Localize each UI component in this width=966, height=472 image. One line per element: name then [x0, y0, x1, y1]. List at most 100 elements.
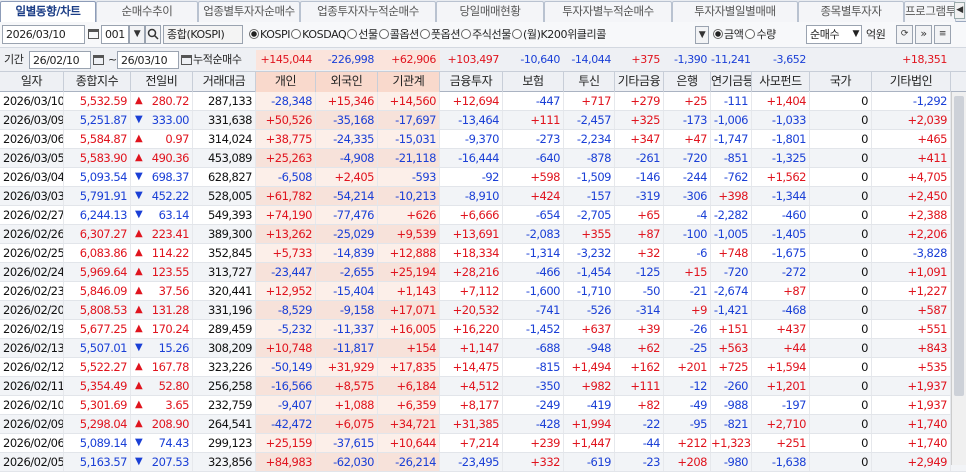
- cell-value: 0: [810, 244, 872, 262]
- calendar-icon[interactable]: [181, 55, 192, 65]
- table-row[interactable]: 2026/02/24 5,969.64 ▲ 123.55 313,727 -23,447-…: [0, 263, 966, 282]
- table-row[interactable]: 2026/02/25 6,083.86 ▲ 114.22 352,845 +5,733 -1…: [0, 244, 966, 263]
- table-row[interactable]: 2026/02/11 5,354.49 ▲ 52.80 256,258 -16,566 +8…: [0, 377, 966, 396]
- vertical-scrollbar[interactable]: [951, 92, 966, 465]
- market-radio-3[interactable]: 콜옵션: [378, 28, 419, 41]
- cell-value: 0: [810, 453, 872, 471]
- cell-value: -720: [711, 263, 752, 281]
- column-header[interactable]: 일자: [0, 72, 64, 92]
- calendar-icon[interactable]: [88, 29, 99, 39]
- market-radio-0[interactable]: KOSPI: [249, 28, 291, 41]
- column-header[interactable]: 투신: [564, 72, 615, 92]
- table-row[interactable]: 2026/03/03 5,791.91 ▼ 452.22 528,005 +61,782-…: [0, 187, 966, 206]
- scrollbar-thumb[interactable]: [954, 96, 964, 396]
- cell-value: +12,888: [378, 244, 440, 262]
- tab-0[interactable]: 일별동향/차트: [0, 1, 96, 23]
- column-header[interactable]: 기타금융: [615, 72, 664, 92]
- tab-3[interactable]: 업종투자자누적순매수: [300, 1, 436, 22]
- cell-value: +18,334: [440, 244, 503, 262]
- cell-value: +2,949: [872, 453, 951, 471]
- sort-select[interactable]: 순매수 ▼: [806, 25, 862, 44]
- unit-radio-0[interactable]: 금액: [713, 28, 744, 41]
- column-header[interactable]: 사모펀드: [752, 72, 810, 92]
- cell-value: -640: [503, 149, 564, 167]
- table-row[interactable]: 2026/02/20 5,808.53 ▲ 131.28 331,196 -8,529 -9…: [0, 301, 966, 320]
- up-triangle-icon: ▲: [135, 380, 143, 391]
- cell-value: +1,937: [872, 377, 951, 395]
- table-row[interactable]: 2026/03/05 5,583.90 ▲ 490.36 453,089 +25,263-…: [0, 149, 966, 168]
- period-from-input[interactable]: 26/02/10: [29, 51, 91, 69]
- table-row[interactable]: 2026/03/06 5,584.87 ▲ 0.97 314,024 +38,775 -24…: [0, 130, 966, 149]
- radio-dropdown-icon[interactable]: ▼: [695, 26, 709, 44]
- table-row[interactable]: 2026/02/05 5,163.57 ▼ 207.53 323,856 +84,983-…: [0, 453, 966, 472]
- column-header[interactable]: 거래대금: [193, 72, 256, 92]
- market-radio-4[interactable]: 풋옵션: [419, 28, 460, 41]
- table-row[interactable]: 2026/03/09 5,251.87 ▼ 333.00 331,638 +50,526-…: [0, 111, 966, 130]
- cell-value: -16,444: [440, 149, 503, 167]
- table-row[interactable]: 2026/02/27 6,244.13 ▼ 63.14 549,393 +74,190 -7…: [0, 206, 966, 225]
- table-row[interactable]: 2026/02/09 5,298.04 ▲ 208.90 264,541 -42,472 +…: [0, 415, 966, 434]
- cumulative-value: +145,044: [256, 50, 316, 70]
- column-header[interactable]: 국가: [810, 72, 872, 92]
- tab-6[interactable]: 투자자별일별매매: [672, 1, 798, 22]
- date-input[interactable]: 2026/03/10: [2, 25, 85, 44]
- market-radio-1[interactable]: KOSDAQ: [291, 28, 347, 41]
- tab-8[interactable]: 프로그램투자자: [904, 1, 956, 22]
- tab-1[interactable]: 순매수추이: [96, 1, 198, 22]
- cell-value: +251: [752, 434, 810, 452]
- code-dropdown-icon[interactable]: ▼: [129, 25, 145, 44]
- column-header[interactable]: 보험: [503, 72, 564, 92]
- cell-value: +411: [872, 149, 951, 167]
- down-triangle-icon: ▼: [135, 342, 143, 353]
- refresh-icon[interactable]: ⟳: [896, 25, 913, 44]
- column-header[interactable]: 은행: [664, 72, 711, 92]
- table-row[interactable]: 2026/02/10 5,301.69 ▲ 3.65 232,759 -9,407 +1,0…: [0, 396, 966, 415]
- table-row[interactable]: 2026/03/04 5,093.54 ▼ 698.37 628,827 -6,508 +2…: [0, 168, 966, 187]
- cell-index: 5,354.49: [64, 377, 131, 395]
- search-icon[interactable]: [145, 25, 161, 44]
- cumulative-value: -1,390: [673, 53, 707, 66]
- market-radio-2[interactable]: 선물: [347, 28, 378, 41]
- period-to-input[interactable]: 26/03/10: [117, 51, 179, 69]
- cell-change-value: 280.72: [151, 94, 190, 108]
- tab-7[interactable]: 종목별투자자: [798, 1, 904, 22]
- table-row[interactable]: 2026/02/13 5,507.01 ▼ 15.26 308,209 +10,748 -1…: [0, 339, 966, 358]
- table-row[interactable]: 2026/02/06 5,089.14 ▼ 74.43 299,123 +25,159 -3…: [0, 434, 966, 453]
- cell-value: +398: [711, 187, 752, 205]
- table-row[interactable]: 2026/02/19 5,677.25 ▲ 170.24 289,459 -5,232 -1…: [0, 320, 966, 339]
- column-header[interactable]: 연기금등: [711, 72, 752, 92]
- column-header[interactable]: 전일비: [131, 72, 193, 92]
- market-radio-5[interactable]: 주식선물: [461, 28, 511, 41]
- cell-value: +162: [615, 358, 664, 376]
- next-page-icon[interactable]: »: [915, 25, 932, 44]
- column-header[interactable]: 기관계: [378, 72, 440, 92]
- table-row[interactable]: 2026/03/10 5,532.59 ▲ 280.72 287,133 -28,348 +…: [0, 92, 966, 111]
- menu-icon[interactable]: ≡: [934, 25, 951, 44]
- cell-value: +1,404: [752, 92, 810, 110]
- cell-index: 5,846.09: [64, 282, 131, 300]
- market-radio-6[interactable]: (월)K200위클리콜: [511, 28, 606, 41]
- cell-change-value: 37.56: [158, 284, 190, 298]
- cell-value: -273: [503, 130, 564, 148]
- cell-value: +9: [664, 301, 711, 319]
- column-header[interactable]: 외국인: [316, 72, 378, 92]
- unit-radio-1[interactable]: 수량: [745, 28, 776, 41]
- table-row[interactable]: 2026/02/23 5,846.09 ▲ 37.56 320,441 +12,952 -1…: [0, 282, 966, 301]
- table-row[interactable]: 2026/02/12 5,522.27 ▲ 167.78 323,226 -50,149 +…: [0, 358, 966, 377]
- cell-value: +1,594: [752, 358, 810, 376]
- tab-2[interactable]: 업종별투자자순매수: [198, 1, 300, 22]
- cell-value: -15,031: [378, 130, 440, 148]
- cell-trade-value: 256,258: [193, 377, 256, 395]
- cell-date: 2026/02/13: [0, 339, 64, 357]
- cell-value: +2,388: [872, 206, 951, 224]
- market-code-input[interactable]: 001: [101, 25, 129, 44]
- tab-5[interactable]: 투자자별누적순매수: [544, 1, 672, 22]
- tab-prev-icon[interactable]: ◀: [954, 2, 965, 19]
- calendar-icon[interactable]: [93, 55, 104, 65]
- table-row[interactable]: 2026/02/26 6,307.27 ▲ 223.41 389,300 +13,262-…: [0, 225, 966, 244]
- tab-4[interactable]: 당일매매현황: [436, 1, 544, 22]
- column-header[interactable]: 개인: [256, 72, 316, 92]
- column-header[interactable]: 기타법인: [872, 72, 951, 92]
- column-header[interactable]: 금융투자: [440, 72, 503, 92]
- column-header[interactable]: 종합지수: [64, 72, 131, 92]
